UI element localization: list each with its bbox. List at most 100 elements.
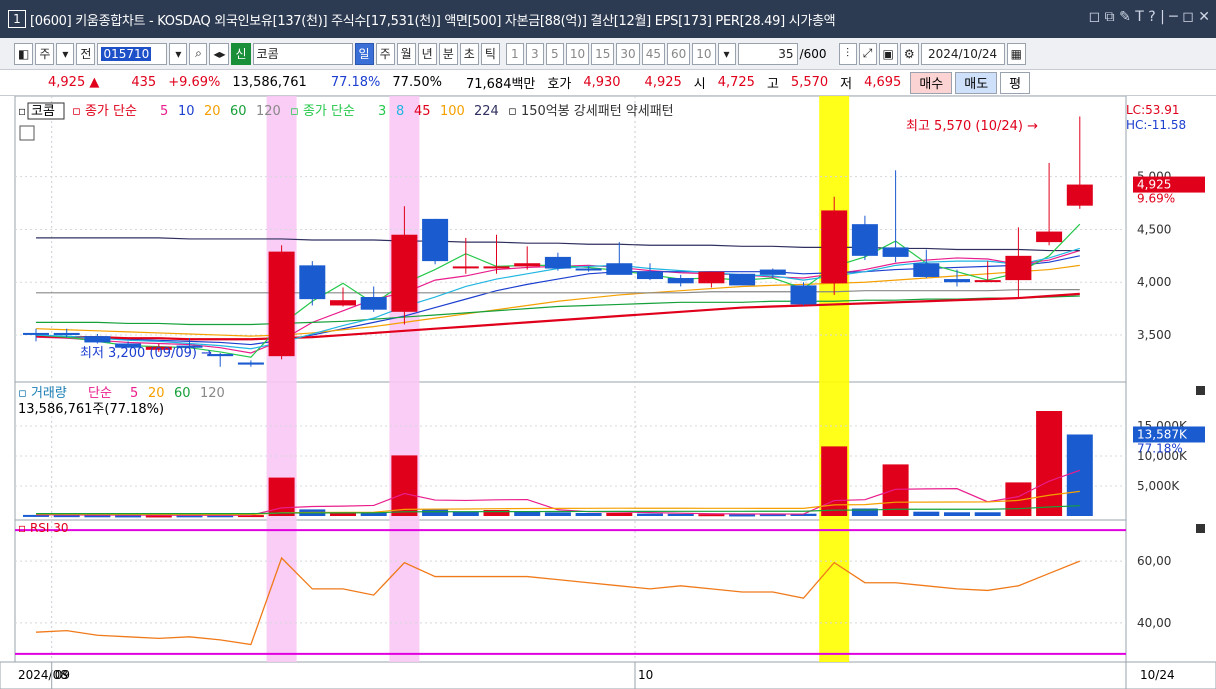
minute-button-1[interactable]: 3 xyxy=(525,42,544,65)
chart-area[interactable]: 3,5004,0004,5005,000▫코콤▫ 종가 단순5102060120… xyxy=(0,95,1216,689)
speaker-icon[interactable]: ◂▸ xyxy=(209,42,230,65)
period-tab-3[interactable]: 년 xyxy=(417,42,437,65)
minute-button-3[interactable]: 10 xyxy=(565,42,590,65)
minute-button-8[interactable]: 10 xyxy=(692,42,716,65)
low-price: 4,695 xyxy=(864,75,902,90)
period-tab-5[interactable]: 초 xyxy=(459,42,479,65)
window-controls[interactable]: ◻ ⧉ ✎ T ? | ─ ◻ ✕ xyxy=(1082,9,1210,25)
price-tick-label-0: 3,500 xyxy=(1137,328,1171,342)
trade-amount: 71,684백만 xyxy=(465,77,536,92)
window-number[interactable]: 1 xyxy=(8,10,26,28)
legend-ma-5: 5 xyxy=(160,104,168,119)
quote-row: 4,925 ▲ 435 +9.69% 13,586,761 77.18% 77.… xyxy=(0,70,1216,96)
legend-ma2-45: 45 xyxy=(414,104,431,119)
title-bar: 1 [0600] 키움종합차트 - KOSDAQ 외국인보유[137(천)] 주… xyxy=(0,0,1216,38)
period-type-select[interactable]: 주 xyxy=(35,42,55,65)
gear-icon[interactable]: ⚙ xyxy=(899,42,919,65)
candle-body-23 xyxy=(729,273,756,286)
bid-price: 4,925 xyxy=(644,75,682,90)
period-tab-4[interactable]: 분 xyxy=(438,42,458,65)
volume-bar-15 xyxy=(483,510,510,516)
candle-body-1 xyxy=(53,332,80,336)
volume-bar-29 xyxy=(913,511,940,516)
period-tabs: 일주월년분초틱 xyxy=(354,42,500,65)
stock-name-field[interactable]: 코콤 xyxy=(252,42,353,65)
save-icon[interactable]: ▣ xyxy=(878,42,898,65)
minute-button-4[interactable]: 15 xyxy=(591,42,615,65)
volume-bar-3 xyxy=(115,515,142,518)
date-input[interactable]: 2024/10/24 xyxy=(920,42,1005,65)
minute-button-6[interactable]: 45 xyxy=(641,42,665,65)
candle-body-24 xyxy=(759,269,786,275)
minute-button-0[interactable]: 1 xyxy=(505,42,524,65)
volume-current: 13,586,761주(77.18%) xyxy=(18,402,164,417)
volume-ratio: 77.18% xyxy=(330,75,381,90)
legend-ma-60: 60 xyxy=(230,104,247,119)
grid-toggle-icon xyxy=(19,125,35,141)
minute-button-2[interactable]: 5 xyxy=(545,42,564,65)
stock-code-value: 015710 xyxy=(101,46,152,61)
candle-body-17 xyxy=(544,256,571,269)
period-tab-1[interactable]: 주 xyxy=(375,42,395,65)
candle-body-25 xyxy=(790,285,817,305)
volume-bar-21 xyxy=(667,513,694,516)
chevron-down-icon[interactable]: ▾ xyxy=(717,42,736,65)
minute-button-7[interactable]: 60 xyxy=(666,42,691,65)
price-tick-label-2: 4,500 xyxy=(1137,222,1171,236)
volume-bar-12 xyxy=(391,455,418,516)
current-price: 4,925 ▲ xyxy=(0,75,105,90)
volume-bar-14 xyxy=(452,511,479,516)
period-tab-0[interactable]: 일 xyxy=(354,42,374,65)
volume-bar-31 xyxy=(974,512,1001,516)
candle-body-28 xyxy=(882,247,909,257)
price-value: 4,925 xyxy=(48,75,86,90)
minute-button-5[interactable]: 30 xyxy=(616,42,640,65)
high-label: 고 xyxy=(766,77,779,92)
volume-bar-10 xyxy=(330,513,356,516)
volume-legend-60: 60 xyxy=(174,386,191,401)
last-pct-label: 9.69% xyxy=(1137,192,1175,206)
average-button[interactable]: 평 xyxy=(1000,71,1031,94)
prev-button[interactable]: 전 xyxy=(76,42,96,65)
volume-bar-13 xyxy=(422,509,449,516)
sell-button[interactable]: 매도 xyxy=(955,71,998,94)
volume-legend-ma: 단순 xyxy=(88,386,112,401)
open-label: 시 xyxy=(693,77,706,92)
rsi-legend-label: ▫ RSI 30 xyxy=(18,521,69,535)
stock-chart[interactable]: 3,5004,0004,5005,000▫코콤▫ 종가 단순5102060120… xyxy=(0,95,1216,689)
indicator-icon[interactable]: ⫶ xyxy=(838,42,857,65)
legend-stock-name: 코콤 xyxy=(31,104,55,119)
candle-body-31 xyxy=(974,280,1001,283)
stock-code-input[interactable]: 015710 xyxy=(97,42,168,65)
period-tab-2[interactable]: 월 xyxy=(396,42,416,65)
count-input[interactable]: 35 xyxy=(737,42,798,65)
volume-bar-18 xyxy=(575,513,602,516)
candle-body-9 xyxy=(299,265,326,300)
high-annotation: 최고 5,570 (10/24) → xyxy=(906,119,1038,134)
legend-ma-10: 10 xyxy=(178,104,195,119)
hc-label: HC:-11.58 xyxy=(1126,118,1186,132)
chart-toolbar: ◧ 주 ▾ 전 015710 ▾ ⌕ ◂▸ 신 코콤 일주월년분초틱 1 3 5 10… xyxy=(0,38,1216,70)
ask-price: 4,930 xyxy=(583,75,621,90)
chevron-down-icon[interactable]: ▾ xyxy=(56,42,75,65)
volume-bar-33 xyxy=(1036,411,1063,516)
bid-label: 호가 xyxy=(547,77,572,92)
candle-body-32 xyxy=(1005,255,1032,281)
volume-legend-20: 20 xyxy=(148,386,165,401)
candle-body-27 xyxy=(851,224,878,256)
candle-body-2 xyxy=(84,336,111,343)
layout-icon[interactable]: ◧ xyxy=(14,42,34,65)
turnover-ratio: 77.50% xyxy=(392,75,442,90)
search-icon[interactable]: ⌕ xyxy=(189,42,208,65)
draw-icon[interactable]: ⤢ xyxy=(858,42,877,65)
calendar-icon[interactable]: ▦ xyxy=(1006,42,1026,65)
volume-bar-17 xyxy=(544,512,571,516)
period-tab-6[interactable]: 틱 xyxy=(480,42,500,65)
candle-body-22 xyxy=(698,271,725,284)
candle-body-12 xyxy=(391,234,418,312)
chevron-down-icon[interactable]: ▾ xyxy=(169,42,188,65)
price-tick-label-1: 4,000 xyxy=(1137,275,1171,289)
buy-button[interactable]: 매수 xyxy=(910,71,953,94)
legend-ma2-3: 3 xyxy=(378,104,386,119)
volume-tick-label-0: 5,000K xyxy=(1137,479,1180,493)
